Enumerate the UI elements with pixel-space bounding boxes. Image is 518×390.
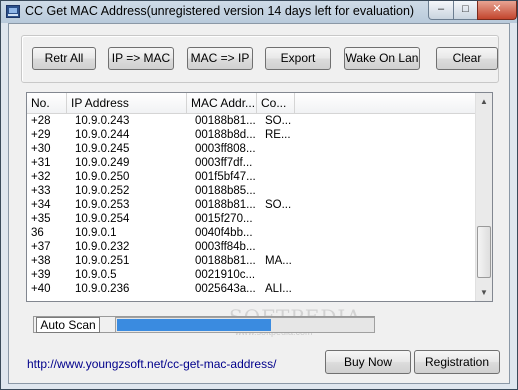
- app-window: CC Get MAC Address(unregistered version …: [0, 0, 518, 390]
- cell-mac: 00188b81...: [195, 255, 256, 267]
- app-icon: [6, 5, 20, 18]
- cell-ip: 10.9.0.254: [75, 213, 130, 225]
- cell-no: +28: [31, 115, 51, 127]
- cell-no: +37: [31, 241, 51, 253]
- auto-scan-toggle[interactable]: Auto Scan: [36, 317, 100, 333]
- cell-ip: 10.9.0.249: [75, 157, 130, 169]
- cell-mac: 0015f270...: [195, 213, 253, 225]
- retr-all-button[interactable]: Retr All: [32, 47, 96, 70]
- cell-no: +35: [31, 213, 51, 225]
- maximize-icon[interactable]: □: [453, 1, 478, 20]
- cell-no: +39: [31, 269, 51, 281]
- cell-ip: 10.9.0.236: [75, 283, 130, 295]
- toolbar-group: Retr All IP => MAC MAC => IP Export Wake…: [21, 35, 499, 83]
- table-row[interactable]: +34 10.9.0.253 00188b81... SO...: [27, 198, 475, 212]
- cell-no: +31: [31, 157, 51, 169]
- registration-button[interactable]: Registration: [414, 350, 500, 374]
- table-row[interactable]: +29 10.9.0.244 00188b8d... RE...: [27, 128, 475, 142]
- cell-comment: SO...: [265, 199, 292, 211]
- mac-address-list[interactable]: No. IP Address MAC Addr... Co... +28 10.9…: [26, 92, 493, 302]
- table-row[interactable]: +33 10.9.0.252 00188b85...: [27, 184, 475, 198]
- cell-ip: 10.9.0.252: [75, 185, 130, 197]
- minimize-icon[interactable]: –: [428, 1, 454, 20]
- cell-mac: 0040f4bb...: [195, 227, 253, 239]
- cell-mac: 0021910c...: [195, 269, 256, 281]
- ip-to-mac-button[interactable]: IP => MAC: [108, 47, 174, 70]
- close-icon[interactable]: ✕: [477, 1, 517, 20]
- clear-button[interactable]: Clear: [436, 47, 498, 70]
- cell-ip: 10.9.0.250: [75, 171, 130, 183]
- cell-mac: 001f5bf47...: [195, 171, 256, 183]
- cell-ip: 10.9.0.1: [75, 227, 117, 239]
- cell-mac: 0003ff808...: [195, 143, 256, 155]
- scroll-down-icon[interactable]: ▼: [476, 284, 492, 301]
- table-row[interactable]: +40 10.9.0.236 0025643a... ALI...: [27, 282, 475, 296]
- cell-no: +34: [31, 199, 51, 211]
- cell-comment: MA...: [265, 255, 292, 267]
- cell-comment: RE...: [265, 129, 291, 141]
- wake-on-lan-button[interactable]: Wake On Lan: [344, 47, 420, 70]
- cell-mac: 0003ff84b...: [195, 241, 256, 253]
- table-row[interactable]: +37 10.9.0.232 0003ff84b...: [27, 240, 475, 254]
- cell-no: +40: [31, 283, 51, 295]
- cell-mac: 00188b81...: [195, 199, 256, 211]
- table-row[interactable]: +32 10.9.0.250 001f5bf47...: [27, 170, 475, 184]
- table-row[interactable]: +38 10.9.0.251 00188b81... MA...: [27, 254, 475, 268]
- cell-no: +38: [31, 255, 51, 267]
- column-header-no[interactable]: No.: [27, 93, 67, 113]
- list-rows: +28 10.9.0.243 00188b81... SO... +29 10.9.0.…: [27, 114, 475, 296]
- buy-now-button[interactable]: Buy Now: [325, 350, 411, 374]
- cell-ip: 10.9.0.244: [75, 129, 130, 141]
- column-header-mac-address[interactable]: MAC Addr...: [187, 93, 257, 113]
- website-link[interactable]: http://www.youngzsoft.net/cc-get-mac-add…: [27, 357, 276, 371]
- cell-ip: 10.9.0.243: [75, 115, 130, 127]
- main-panel: Retr All IP => MAC MAC => IP Export Wake…: [8, 23, 510, 384]
- cell-comment: ALI...: [265, 283, 292, 295]
- scroll-up-icon[interactable]: ▲: [476, 93, 492, 110]
- mac-to-ip-button[interactable]: MAC => IP: [187, 47, 253, 70]
- table-row[interactable]: 36 10.9.0.1 0040f4bb...: [27, 226, 475, 240]
- cell-comment: SO...: [265, 115, 292, 127]
- column-header-comment[interactable]: Co...: [257, 93, 295, 113]
- table-row[interactable]: +28 10.9.0.243 00188b81... SO...: [27, 114, 475, 128]
- window-title: CC Get MAC Address(unregistered version …: [25, 4, 415, 18]
- list-header: No. IP Address MAC Addr... Co...: [27, 93, 475, 114]
- scroll-thumb[interactable]: [477, 226, 491, 278]
- title-bar[interactable]: CC Get MAC Address(unregistered version …: [1, 1, 517, 23]
- cell-ip: 10.9.0.253: [75, 199, 130, 211]
- export-button[interactable]: Export: [265, 47, 331, 70]
- cell-no: +32: [31, 171, 51, 183]
- cell-ip: 10.9.0.245: [75, 143, 130, 155]
- cell-no: +30: [31, 143, 51, 155]
- cell-no: +33: [31, 185, 51, 197]
- cell-ip: 10.9.0.251: [75, 255, 130, 267]
- cell-mac: 00188b8d...: [195, 129, 256, 141]
- table-row[interactable]: +30 10.9.0.245 0003ff808...: [27, 142, 475, 156]
- vertical-scrollbar[interactable]: ▲ ▼: [475, 93, 492, 301]
- table-row[interactable]: +35 10.9.0.254 0015f270...: [27, 212, 475, 226]
- scan-progress-fill: [117, 319, 271, 331]
- table-row[interactable]: +39 10.9.0.5 0021910c...: [27, 268, 475, 282]
- cell-ip: 10.9.0.5: [75, 269, 117, 281]
- column-header-ip-address[interactable]: IP Address: [67, 93, 187, 113]
- cell-mac: 00188b85...: [195, 185, 256, 197]
- cell-ip: 10.9.0.232: [75, 241, 130, 253]
- scan-progress-bar: [115, 317, 375, 333]
- cell-mac: 00188b81...: [195, 115, 256, 127]
- cell-no: 36: [31, 227, 44, 239]
- cell-mac: 0025643a...: [195, 283, 256, 295]
- cell-no: +29: [31, 129, 51, 141]
- table-row[interactable]: +31 10.9.0.249 0003ff7df...: [27, 156, 475, 170]
- cell-mac: 0003ff7df...: [195, 157, 253, 169]
